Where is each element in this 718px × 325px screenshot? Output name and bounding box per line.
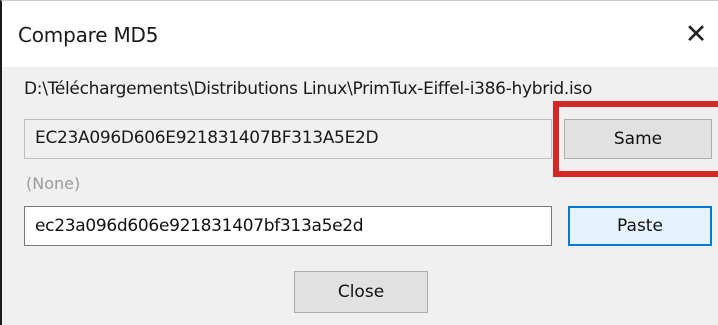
- same-button[interactable]: Same: [564, 119, 712, 159]
- close-icon[interactable]: ✕: [678, 17, 714, 53]
- computed-md5-field[interactable]: EC23A096D606E921831407BF313A5E2D: [24, 119, 552, 159]
- file-path-label: D:\Téléchargements\Distributions Linux\P…: [24, 79, 593, 99]
- paste-button[interactable]: Paste: [568, 206, 712, 246]
- close-button[interactable]: Close: [294, 271, 428, 313]
- md5-compare-input[interactable]: [24, 206, 552, 246]
- title-bar: Compare MD5 ✕: [2, 1, 718, 67]
- compare-md5-dialog: Compare MD5 ✕ D:\Téléchargements\Distrib…: [0, 0, 718, 325]
- compare-status-label: (None): [26, 174, 81, 193]
- window-title: Compare MD5: [18, 23, 159, 47]
